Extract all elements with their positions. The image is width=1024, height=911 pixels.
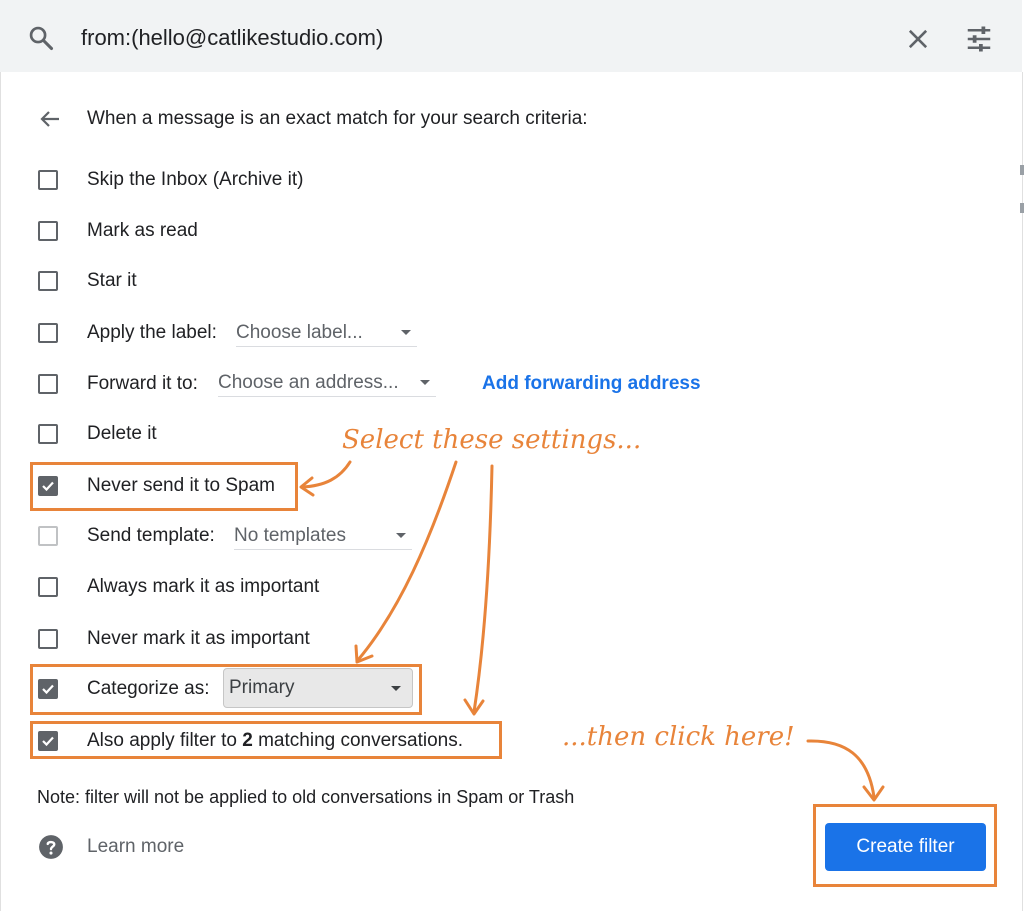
- option-never-important: Never mark it as important: [0, 625, 1000, 661]
- option-label: Also apply filter to 2 matching conversa…: [87, 728, 463, 754]
- search-bar: from:(hello@catlikestudio.com): [0, 0, 1022, 73]
- search-input[interactable]: from:(hello@catlikestudio.com): [81, 24, 383, 52]
- category-select[interactable]: Primary: [223, 668, 413, 708]
- option-label: Forward it to:: [87, 373, 198, 394]
- filter-header: When a message is an exact match for you…: [87, 108, 588, 129]
- annotation-click-here: ...then click here!: [562, 722, 795, 752]
- always-important-checkbox[interactable]: [38, 577, 58, 597]
- option-label: Mark as read: [87, 220, 198, 241]
- edge-mark: [1020, 203, 1024, 213]
- also-apply-suffix: matching conversations.: [258, 730, 463, 751]
- option-apply-label: Apply the label: Choose label...: [0, 319, 1000, 355]
- option-label: Never mark it as important: [87, 628, 310, 649]
- send-template-checkbox[interactable]: [38, 526, 58, 546]
- template-dropdown-value: No templates: [234, 525, 346, 546]
- create-filter-button[interactable]: Create filter: [825, 823, 986, 871]
- option-label: Always mark it as important: [87, 576, 320, 597]
- option-categorize: Categorize as:: [0, 675, 1000, 711]
- option-label: Send template:: [87, 525, 215, 546]
- learn-more-link[interactable]: Learn more: [87, 834, 184, 860]
- chevron-down-icon: [396, 533, 406, 538]
- search-icon[interactable]: [27, 24, 55, 52]
- option-label: Star it: [87, 270, 137, 291]
- also-apply-prefix: Also apply filter to: [87, 730, 237, 751]
- template-dropdown[interactable]: No templates: [234, 523, 412, 550]
- option-skip-inbox: Skip the Inbox (Archive it): [0, 166, 1000, 202]
- forward-checkbox[interactable]: [38, 374, 58, 394]
- never-spam-checkbox[interactable]: [38, 476, 58, 496]
- chevron-down-icon: [420, 380, 430, 385]
- annotation-select-settings: Select these settings...: [342, 425, 642, 455]
- tune-icon[interactable]: [964, 24, 994, 54]
- checkmark-icon: [42, 736, 54, 747]
- mark-read-checkbox[interactable]: [38, 221, 58, 241]
- edge-mark: [1020, 165, 1024, 175]
- option-always-important: Always mark it as important: [0, 573, 1000, 609]
- chevron-down-icon: [401, 330, 411, 335]
- option-send-template: Send template: No templates: [0, 522, 1000, 558]
- help-icon: [39, 835, 63, 859]
- checkmark-icon: [42, 481, 54, 492]
- matching-count: 2: [242, 730, 253, 751]
- option-label: Delete it: [87, 423, 157, 444]
- option-mark-read: Mark as read: [0, 217, 1000, 253]
- checkmark-icon: [42, 684, 54, 695]
- label-dropdown[interactable]: Choose label...: [236, 320, 417, 347]
- skip-inbox-checkbox[interactable]: [38, 170, 58, 190]
- never-important-checkbox[interactable]: [38, 629, 58, 649]
- option-label: Apply the label:: [87, 322, 217, 343]
- chevron-down-icon: [391, 686, 401, 691]
- filter-note: Note: filter will not be applied to old …: [37, 787, 575, 807]
- close-icon[interactable]: [904, 25, 932, 53]
- address-dropdown[interactable]: Choose an address...: [218, 370, 436, 397]
- apply-label-checkbox[interactable]: [38, 323, 58, 343]
- category-select-value: Primary: [229, 677, 295, 698]
- delete-checkbox[interactable]: [38, 424, 58, 444]
- label-dropdown-value: Choose label...: [236, 322, 363, 343]
- star-checkbox[interactable]: [38, 271, 58, 291]
- option-label: Never send it to Spam: [87, 475, 275, 496]
- add-forwarding-address-link[interactable]: Add forwarding address: [482, 371, 701, 397]
- option-also-apply: Also apply filter to 2 matching conversa…: [0, 727, 1000, 763]
- option-label: Skip the Inbox (Archive it): [87, 169, 304, 190]
- option-label: Categorize as:: [87, 678, 210, 699]
- option-never-spam: Never send it to Spam: [0, 472, 1000, 508]
- also-apply-checkbox[interactable]: [38, 731, 58, 751]
- categorize-checkbox[interactable]: [38, 679, 58, 699]
- address-dropdown-value: Choose an address...: [218, 372, 399, 393]
- option-star: Star it: [0, 267, 1000, 303]
- back-arrow-icon[interactable]: [38, 107, 62, 131]
